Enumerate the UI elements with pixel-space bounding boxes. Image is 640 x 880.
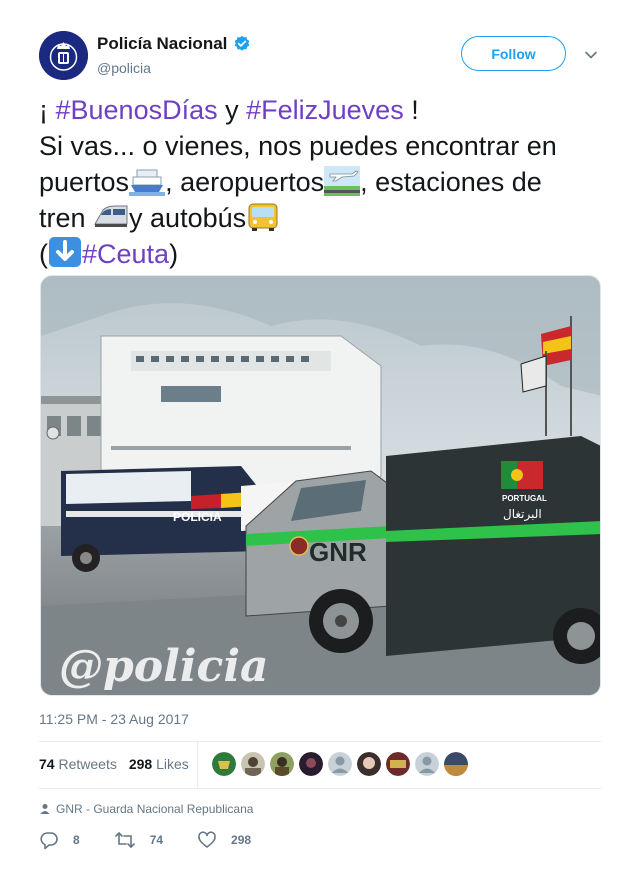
retweets-count: 74 (39, 756, 55, 772)
tweet-text-segment: y (217, 95, 247, 125)
like-count: 298 (231, 833, 252, 847)
retweet-button[interactable]: 74 (114, 830, 163, 850)
hashtag-link[interactable]: #BuenosDías (56, 95, 218, 125)
bus-emoji-icon (248, 203, 278, 231)
tweet-text-segment: ¡ (39, 95, 56, 125)
divider (39, 788, 601, 789)
follow-button[interactable]: Follow (461, 36, 566, 71)
hashtag-link[interactable]: #Ceuta (82, 239, 169, 269)
tweet-location[interactable]: GNR - Guarda Nacional Republicana (39, 802, 253, 816)
tweet-text-segment: , aeropuertos (165, 167, 325, 197)
author-display-name[interactable]: Policía Nacional (97, 34, 227, 54)
retweet-count: 74 (149, 833, 164, 847)
liker-avatar[interactable] (444, 752, 468, 776)
chevron-down-icon[interactable] (584, 48, 598, 62)
reply-count: 8 (73, 833, 80, 847)
tweet-text-segment: y autobús (129, 203, 247, 233)
tweet-text-segment: puertos (39, 167, 130, 197)
tweet-actions: 8 74 298 (39, 830, 285, 850)
liker-avatars (212, 752, 473, 776)
tweet-stats: 74 Retweets 298 Likes (39, 756, 201, 772)
likes-stat[interactable]: 298 Likes (129, 756, 189, 772)
portugal-arabic-label: البرتغال (503, 507, 542, 522)
tweet-photo[interactable]: POLICIA GNR PORTUGAL البرتغال @policia (40, 275, 601, 696)
stats-separator (197, 742, 198, 788)
retweets-label: Retweets (58, 756, 117, 772)
tweet-text-segment: ) (169, 239, 179, 269)
tweet-text-line: Si vas... o vienes, nos puedes encontrar… (39, 131, 557, 161)
liker-avatar[interactable] (212, 752, 236, 776)
photo-watermark: @policia (59, 641, 269, 692)
tweet-header: Policía Nacional @policia Follow (39, 31, 601, 81)
reply-button[interactable]: 8 (39, 830, 80, 850)
tweet-text-segment: , estaciones de (360, 167, 542, 197)
retweets-stat[interactable]: 74 Retweets (39, 756, 117, 772)
author-avatar[interactable] (39, 31, 88, 80)
portugal-label: PORTUGAL (502, 494, 547, 503)
hashtag-link[interactable]: #FelizJueves (246, 95, 404, 125)
down-arrow-emoji-icon (49, 237, 81, 267)
liker-avatar[interactable] (241, 752, 265, 776)
tweet-text: ¡ #BuenosDías y #FelizJueves ! Si vas...… (39, 92, 604, 272)
tweet-text-segment: ( (39, 239, 48, 269)
liker-avatar[interactable] (415, 752, 439, 776)
gnr-label: GNR (309, 537, 367, 567)
divider (39, 741, 601, 742)
reply-icon (40, 832, 58, 850)
van-police-label: POLICIA (173, 510, 222, 524)
ship-emoji-icon (129, 169, 166, 196)
likes-count: 298 (128, 756, 153, 772)
liker-avatar[interactable] (386, 752, 410, 776)
liker-avatar[interactable] (328, 752, 352, 776)
train-emoji-icon (94, 205, 128, 227)
liker-avatar[interactable] (270, 752, 294, 776)
retweet-icon (114, 832, 135, 848)
verified-badge-icon (235, 35, 250, 51)
location-text: GNR - Guarda Nacional Republicana (56, 802, 254, 816)
author-handle[interactable]: @policia (97, 60, 151, 76)
person-icon (40, 804, 50, 814)
liker-avatar[interactable] (357, 752, 381, 776)
tweet-timestamp[interactable]: 11:25 PM - 23 Aug 2017 (39, 711, 189, 727)
likes-label: Likes (156, 756, 189, 772)
heart-icon (198, 831, 216, 848)
tweet-text-segment: ! (403, 95, 419, 125)
like-button[interactable]: 298 (197, 830, 251, 850)
tweet-text-segment: tren (39, 203, 94, 233)
airport-emoji-icon (324, 166, 361, 196)
liker-avatar[interactable] (299, 752, 323, 776)
